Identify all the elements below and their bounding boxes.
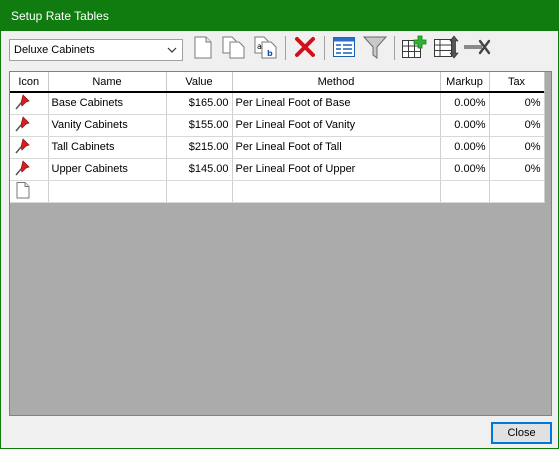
row-name: Base Cabinets [48, 92, 167, 115]
row-name[interactable] [48, 180, 167, 203]
delete-x-icon [295, 37, 315, 57]
disconnect-icon [464, 39, 491, 55]
row-tax: 0% [489, 158, 545, 181]
row-markup: 0.00% [440, 158, 490, 181]
new-row-icon [16, 181, 30, 198]
add-table-button[interactable] [401, 34, 427, 62]
column-header-icon[interactable]: Icon [10, 72, 49, 93]
row-markup[interactable] [440, 180, 490, 203]
rate-table-select-value: Deluxe Cabinets [14, 44, 95, 56]
header-underline [10, 91, 544, 93]
pin-icon [15, 115, 30, 131]
row-markup: 0.00% [440, 114, 490, 137]
row-value: $155.00 [166, 114, 233, 137]
row-icon-cell [10, 114, 49, 137]
form-list-icon [333, 37, 355, 57]
row-name: Upper Cabinets [48, 158, 167, 181]
row-markup: 0.00% [440, 136, 490, 159]
table-row[interactable]: Base Cabinets $165.00 Per Lineal Foot of… [10, 92, 545, 115]
pin-icon [15, 137, 30, 153]
setup-rate-tables-dialog: Setup Rate Tables Deluxe Cabinets a b Ic… [0, 0, 559, 449]
table-row[interactable]: Tall Cabinets $215.00 Per Lineal Foot of… [10, 136, 545, 159]
row-method[interactable] [232, 180, 441, 203]
title-bar: Setup Rate Tables [1, 1, 558, 31]
row-icon-cell [10, 158, 49, 181]
row-value: $215.00 [166, 136, 233, 159]
column-header-markup[interactable]: Markup [440, 72, 490, 93]
table-add-icon [402, 35, 427, 58]
row-method: Per Lineal Foot of Vanity [232, 114, 441, 137]
rename-button[interactable]: a b [253, 34, 279, 62]
toolbar-separator [394, 36, 395, 60]
row-tax: 0% [489, 92, 545, 115]
copy-button[interactable] [221, 34, 247, 62]
row-tax[interactable] [489, 180, 545, 203]
chevron-down-icon [167, 47, 177, 53]
column-header-tax[interactable]: Tax [489, 72, 545, 93]
svg-text:b: b [267, 49, 273, 58]
row-value[interactable] [166, 180, 233, 203]
row-method: Per Lineal Foot of Base [232, 92, 441, 115]
new-row[interactable] [10, 180, 545, 203]
pin-icon [15, 159, 30, 175]
row-method: Per Lineal Foot of Tall [232, 136, 441, 159]
rate-table-select[interactable]: Deluxe Cabinets [9, 39, 183, 61]
svg-text:a: a [257, 42, 262, 51]
row-icon-cell [10, 136, 49, 159]
new-page-icon [194, 36, 212, 59]
remove-button[interactable] [463, 34, 491, 62]
rename-icon: a b [254, 36, 277, 59]
toolbar-separator [285, 36, 286, 60]
pin-icon [15, 93, 30, 109]
sort-button[interactable] [432, 34, 460, 62]
row-name: Vanity Cabinets [48, 114, 167, 137]
row-markup: 0.00% [440, 92, 490, 115]
header-row: Icon Name Value Method Markup Tax [10, 72, 545, 93]
column-header-name[interactable]: Name [48, 72, 167, 93]
funnel-icon [362, 36, 388, 59]
edit-button[interactable] [332, 34, 356, 62]
row-value: $165.00 [166, 92, 233, 115]
row-method: Per Lineal Foot of Upper [232, 158, 441, 181]
table-sort-icon [434, 35, 459, 59]
window-title: Setup Rate Tables [11, 9, 109, 23]
filter-button[interactable] [362, 34, 388, 62]
row-icon-cell [10, 92, 49, 115]
rate-table-grid: Icon Name Value Method Markup Tax Base C… [9, 71, 552, 416]
copy-icon [222, 36, 245, 59]
row-name: Tall Cabinets [48, 136, 167, 159]
close-button[interactable]: Close [491, 422, 552, 444]
row-tax: 0% [489, 114, 545, 137]
row-icon-cell [10, 180, 49, 203]
toolbar-separator [324, 36, 325, 60]
row-value: $145.00 [166, 158, 233, 181]
table-row[interactable]: Vanity Cabinets $155.00 Per Lineal Foot … [10, 114, 545, 137]
delete-button[interactable] [293, 34, 317, 62]
column-header-method[interactable]: Method [232, 72, 441, 93]
table-row[interactable]: Upper Cabinets $145.00 Per Lineal Foot o… [10, 158, 545, 181]
column-header-value[interactable]: Value [166, 72, 233, 93]
new-button[interactable] [193, 34, 213, 62]
row-tax: 0% [489, 136, 545, 159]
